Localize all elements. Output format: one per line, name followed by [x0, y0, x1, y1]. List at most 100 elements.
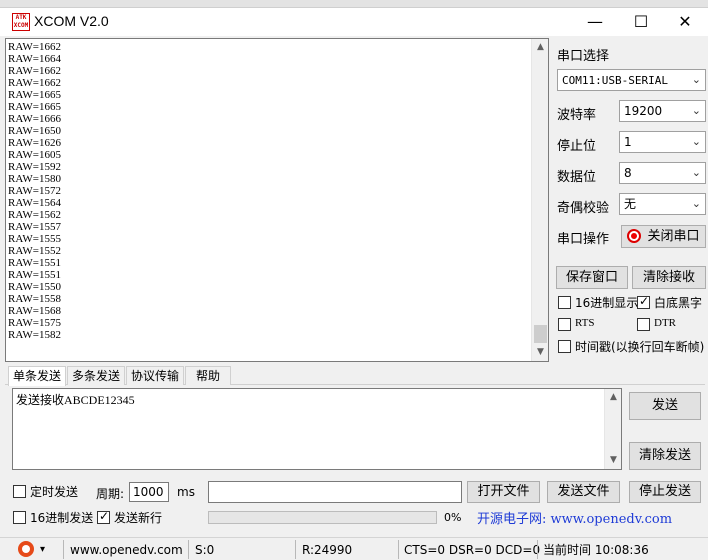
chevron-down-icon: ⌄ — [691, 135, 701, 148]
hex-send-checkbox[interactable] — [13, 511, 26, 524]
status-sent: S:0 — [195, 543, 215, 557]
send-newline-checkbox[interactable] — [97, 509, 110, 524]
receive-line: RAW=1551 — [8, 257, 61, 269]
send-progress-bar — [208, 511, 437, 524]
timestamp-label: 时间戳(以换行回车断帧) — [575, 340, 705, 354]
receive-line: RAW=1665 — [8, 101, 61, 113]
settings-gear-icon[interactable] — [18, 541, 34, 557]
receive-line: RAW=1666 — [8, 113, 61, 125]
scroll-thumb[interactable] — [534, 325, 547, 343]
tab-multi-send[interactable]: 多条发送 — [67, 366, 125, 385]
send-progress-text: 0% — [444, 511, 462, 524]
tab-protocol[interactable]: 协议传输 — [126, 366, 184, 385]
port-operation-label: 串口操作 — [557, 232, 610, 247]
timed-send-label: 定时发送 — [30, 485, 79, 499]
stop-bits-value: 1 — [624, 135, 632, 149]
status-bar: ▾ www.openedv.com S:0 R:24990 CTS=0 DSR=… — [0, 537, 708, 560]
receive-line: RAW=1568 — [8, 305, 61, 317]
stop-bits-label: 停止位 — [557, 139, 597, 154]
rts-label: RTS — [575, 317, 595, 329]
chevron-down-icon: ⌄ — [691, 166, 701, 179]
white-black-checkbox[interactable] — [637, 294, 650, 309]
dropdown-arrow-icon[interactable]: ▾ — [40, 541, 45, 559]
baud-rate-value: 19200 — [624, 104, 663, 118]
receive-line: RAW=1662 — [8, 77, 61, 89]
chevron-down-icon: ⌄ — [691, 197, 701, 210]
receive-line: RAW=1626 — [8, 137, 61, 149]
dtr-checkbox[interactable] — [637, 318, 650, 331]
data-bits-select[interactable]: 8 ⌄ — [619, 162, 706, 184]
tab-help[interactable]: 帮助 — [185, 366, 231, 385]
chevron-down-icon: ⌄ — [691, 73, 701, 86]
port-select-label: 串口选择 — [557, 49, 610, 64]
port-select[interactable]: COM11:USB-SERIAL ⌄ — [557, 69, 706, 91]
hex-display-checkbox[interactable] — [558, 296, 571, 309]
rts-checkbox[interactable] — [558, 318, 571, 331]
period-input[interactable]: 1000 — [129, 482, 169, 502]
stop-send-button[interactable]: 停止发送 — [629, 481, 701, 503]
receive-line: RAW=1550 — [8, 281, 61, 293]
status-separator — [188, 540, 189, 559]
stop-bits-select[interactable]: 1 ⌄ — [619, 131, 706, 153]
clear-send-button[interactable]: 清除发送 — [629, 442, 701, 470]
background-window-strip — [0, 0, 708, 8]
send-newline-label: 发送新行 — [114, 511, 163, 525]
parity-value: 无 — [624, 197, 637, 211]
clear-receive-button[interactable]: 清除接收 — [632, 266, 706, 289]
status-separator — [537, 540, 538, 559]
data-bits-label: 数据位 — [557, 170, 597, 185]
chevron-down-icon: ⌄ — [691, 104, 701, 117]
scroll-down-icon[interactable]: ▼ — [532, 344, 549, 361]
receive-scrollbar[interactable]: ▲ ▼ — [531, 39, 548, 361]
hex-display-label: 16进制显示 — [575, 296, 639, 310]
open-file-button[interactable]: 打开文件 — [467, 481, 540, 503]
app-logo-icon: ATK XCOM — [12, 13, 30, 31]
scroll-up-icon[interactable]: ▲ — [605, 389, 622, 406]
dtr-label: DTR — [654, 317, 676, 329]
receive-line: RAW=1562 — [8, 209, 61, 221]
close-button[interactable]: ✕ — [662, 8, 708, 36]
period-label: 周期: — [96, 487, 125, 501]
window-title: XCOM V2.0 — [34, 13, 109, 29]
status-separator — [295, 540, 296, 559]
title-bar: ATK XCOM XCOM V2.0 — ☐ ✕ — [0, 8, 708, 36]
receive-line: RAW=1592 — [8, 161, 61, 173]
send-textarea[interactable]: 发送接收ABCDE12345 ▲ ▼ — [12, 388, 622, 470]
tab-single-send[interactable]: 单条发送 — [8, 366, 66, 386]
receive-line: RAW=1582 — [8, 329, 61, 341]
minimize-button[interactable]: — — [572, 8, 618, 36]
parity-label: 奇偶校验 — [557, 201, 610, 216]
receive-line: RAW=1665 — [8, 89, 61, 101]
website-banner[interactable]: 开源电子网: www.openedv.com — [477, 508, 672, 527]
receive-line: RAW=1564 — [8, 197, 61, 209]
scroll-down-icon[interactable]: ▼ — [605, 452, 622, 469]
period-unit: ms — [177, 485, 195, 499]
maximize-button[interactable]: ☐ — [618, 8, 664, 36]
save-window-button[interactable]: 保存窗口 — [556, 266, 628, 289]
parity-select[interactable]: 无 ⌄ — [619, 193, 706, 215]
timestamp-checkbox[interactable] — [558, 340, 571, 353]
send-scrollbar[interactable]: ▲ ▼ — [604, 389, 621, 469]
status-url[interactable]: www.openedv.com — [70, 541, 183, 559]
send-button[interactable]: 发送 — [629, 392, 701, 420]
status-lines: CTS=0 DSR=0 DCD=0 — [404, 543, 541, 557]
receive-line: RAW=1650 — [8, 125, 61, 137]
status-received: R:24990 — [302, 543, 353, 557]
hex-send-label: 16进制发送 — [30, 511, 94, 525]
receive-line: RAW=1575 — [8, 317, 61, 329]
receive-textarea[interactable]: RAW=1662 RAW=1664 RAW=1662 RAW=1662 RAW=1665… — [5, 38, 549, 362]
close-port-button[interactable]: 关闭串口 — [621, 225, 706, 248]
data-bits-value: 8 — [624, 166, 632, 180]
send-file-button[interactable]: 发送文件 — [547, 481, 620, 503]
receive-line: RAW=1664 — [8, 53, 61, 65]
timed-send-checkbox[interactable] — [13, 485, 26, 498]
status-time: 当前时间 10:08:36 — [543, 543, 649, 557]
port-status-icon — [627, 229, 641, 243]
status-separator — [398, 540, 399, 559]
file-path-input[interactable] — [208, 481, 462, 503]
send-text: 发送接收ABCDE12345 — [16, 393, 135, 407]
port-select-value: COM11:USB-SERIAL — [562, 74, 668, 87]
scroll-up-icon[interactable]: ▲ — [532, 39, 549, 56]
receive-line: RAW=1552 — [8, 245, 61, 257]
baud-rate-select[interactable]: 19200 ⌄ — [619, 100, 706, 122]
